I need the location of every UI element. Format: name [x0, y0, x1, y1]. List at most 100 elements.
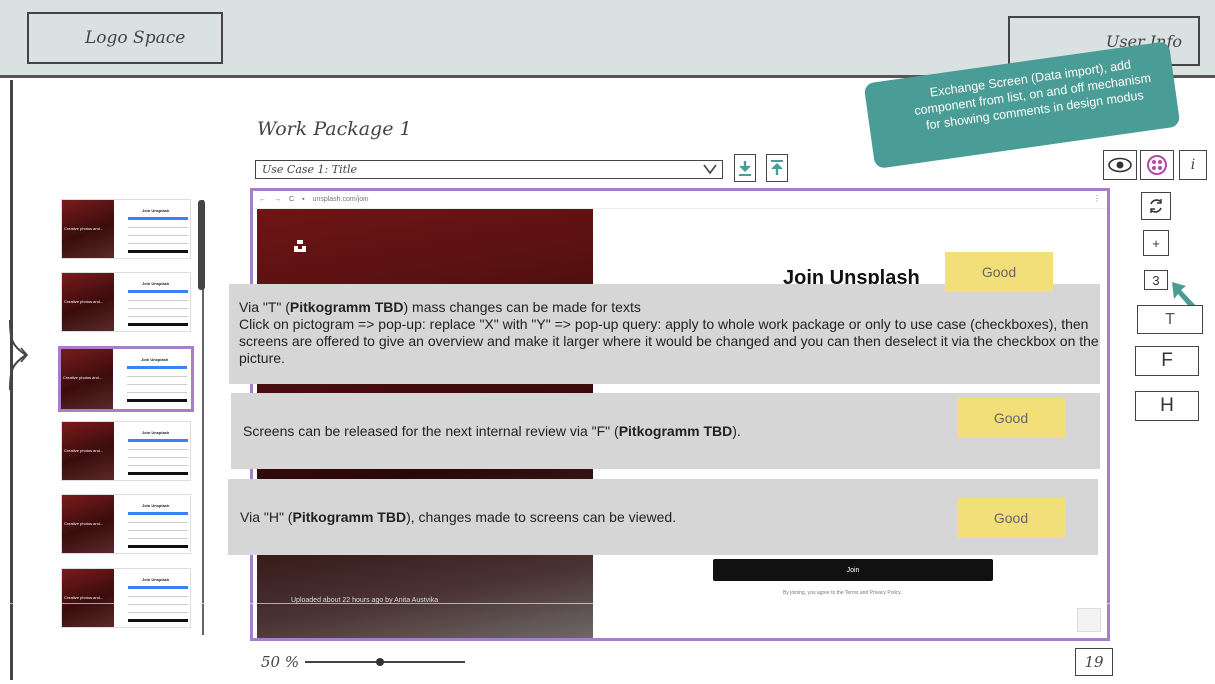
thumbnail-field	[128, 457, 188, 458]
thumbnail-field	[128, 235, 188, 236]
thumbnail-field	[128, 243, 188, 244]
back-icon: ←	[259, 196, 266, 203]
use-case-select[interactable]: Use Case 1: Title	[255, 160, 723, 179]
thumbnail-caption: Creative photos and...	[64, 595, 104, 600]
info-button[interactable]: i	[1179, 150, 1207, 180]
thumbnail-blue-button	[127, 366, 187, 369]
thumbnail-field	[128, 522, 188, 523]
comments-count-badge[interactable]: 3	[1144, 270, 1168, 290]
thumbnail-photo: Creative photos and...	[61, 349, 113, 409]
thumbnail-item[interactable]: Creative photos and... Join Unsplash	[61, 199, 191, 259]
tool-f-label: F	[1161, 350, 1173, 371]
thumbnail-caption: Creative photos and...	[64, 299, 104, 304]
thumbnail-title: Join Unsplash	[142, 208, 170, 213]
note-f-suffix: ).	[732, 422, 741, 439]
chevron-down-icon	[703, 164, 717, 175]
thumbnail-field	[128, 308, 188, 309]
thumbnail-scrollbar[interactable]	[198, 200, 205, 290]
thumbnail-field	[128, 596, 188, 597]
note-h-suffix: ), changes made to screens can be viewed…	[406, 508, 677, 525]
thumbnail-join	[128, 545, 188, 548]
thumbnail-item-active[interactable]: Creative photos and... Join Unsplash	[58, 346, 194, 412]
show-comments-toggle[interactable]	[1103, 150, 1137, 180]
sidebar-expand-icon[interactable]	[4, 320, 44, 390]
zoom-slider-handle[interactable]	[376, 658, 384, 666]
note-t-suffix: ) mass changes can be made for texts	[403, 299, 641, 315]
note-t-prefix: Via "T" (	[239, 299, 290, 315]
recaptcha-icon	[1077, 608, 1101, 632]
logo-space[interactable]: Logo Space	[27, 12, 223, 64]
change-history-button[interactable]: H	[1135, 391, 1199, 421]
note-f-bold: Pitkogramm TBD	[618, 422, 733, 439]
thumbnail-join	[128, 250, 188, 253]
thumbnail-photo: Creative photos and...	[62, 200, 114, 258]
divider	[0, 603, 1215, 604]
good-rating-badge: Good	[957, 398, 1065, 438]
thumbnail-caption: Creative photos and...	[64, 521, 104, 526]
thumbnail-title: Join Unsplash	[142, 281, 170, 286]
thumbnail-form: Join Unsplash	[118, 200, 190, 258]
thumbnail-field	[128, 612, 188, 613]
thumbnail-item[interactable]: Creative photos and... Join Unsplash	[61, 272, 191, 332]
upload-icon	[771, 160, 783, 175]
thumbnail-title: Join Unsplash	[142, 503, 170, 508]
note-t-first-line: Via "T" (Pitkogramm TBD) mass changes ca…	[239, 299, 1100, 316]
lock-icon: ▪	[302, 196, 305, 203]
exchange-screen-button[interactable]	[1141, 192, 1171, 220]
page-count: 19	[1075, 648, 1113, 676]
thumbnail-join	[128, 472, 188, 475]
download-button[interactable]	[734, 154, 756, 182]
thumbnail-form: Join Unsplash	[118, 495, 190, 553]
forward-icon: →	[274, 196, 281, 203]
browser-bar: ← → C ▪ unsplash.com/join ⋮	[253, 191, 1107, 209]
thumbnail-field	[128, 604, 188, 605]
thumbnail-photo: Creative photos and...	[62, 569, 114, 627]
thumbnail-title: Join Unsplash	[142, 577, 170, 582]
tool-t-label: T	[1165, 310, 1175, 328]
thumbnail-field	[128, 227, 188, 228]
thumbnail-join	[128, 323, 188, 326]
note-t-bold: Pitkogramm TBD	[289, 299, 404, 315]
thumbnail-photo: Creative photos and...	[62, 495, 114, 553]
reload-icon: C	[289, 196, 295, 203]
palette-button[interactable]	[1140, 150, 1174, 180]
thumbnail-form: Join Unsplash	[118, 569, 190, 627]
thumbnail-field	[128, 465, 188, 466]
refresh-icon	[1150, 199, 1162, 213]
comments-count: 3	[1152, 272, 1160, 288]
thumbnail-blue-button	[128, 512, 188, 515]
thumbnail-form: Join Unsplash	[117, 349, 191, 409]
note-h-prefix: Via "H" (	[240, 508, 293, 525]
add-component-button[interactable]: +	[1143, 230, 1169, 256]
thumbnail-blue-button	[128, 217, 188, 220]
thumbnail-item[interactable]: Creative photos and... Join Unsplash	[61, 568, 191, 628]
thumbnail-photo: Creative photos and...	[62, 273, 114, 331]
plus-icon: +	[1152, 235, 1160, 251]
thumbnail-form: Join Unsplash	[118, 422, 190, 480]
thumbnail-list: Creative photos and... Join Unsplash Cre…	[58, 195, 198, 635]
eye-icon	[1108, 157, 1132, 173]
tool-h-label: H	[1160, 395, 1174, 416]
text-mass-change-button[interactable]: T	[1137, 305, 1203, 334]
thumbnail-field	[128, 300, 188, 301]
thumbnail-field	[127, 392, 187, 393]
url-text: unsplash.com/join	[312, 196, 369, 203]
info-icon: i	[1190, 157, 1196, 173]
thumbnail-blue-button	[128, 586, 188, 589]
note-t-body: Click on pictogram => pop-up: replace "X…	[239, 316, 1099, 366]
release-review-button[interactable]: F	[1135, 346, 1199, 376]
thumbnail-caption: Creative photos and...	[64, 448, 104, 453]
thumbnail-item[interactable]: Creative photos and... Join Unsplash	[61, 494, 191, 554]
palette-icon	[1147, 155, 1167, 175]
browser-extension-icons: ⋮	[1093, 194, 1101, 203]
upload-button[interactable]	[766, 154, 788, 182]
thumbnail-photo: Creative photos and...	[62, 422, 114, 480]
thumbnail-item[interactable]: Creative photos and... Join Unsplash	[61, 421, 191, 481]
note-h-bold: Pitkogramm TBD	[292, 508, 407, 525]
thumbnail-field	[128, 530, 188, 531]
thumbnail-title: Join Unsplash	[142, 430, 170, 435]
thumbnail-blue-button	[128, 439, 188, 442]
zoom-slider[interactable]	[305, 661, 465, 663]
page-title: Work Package 1	[257, 118, 412, 140]
thumbnail-field	[128, 316, 188, 317]
